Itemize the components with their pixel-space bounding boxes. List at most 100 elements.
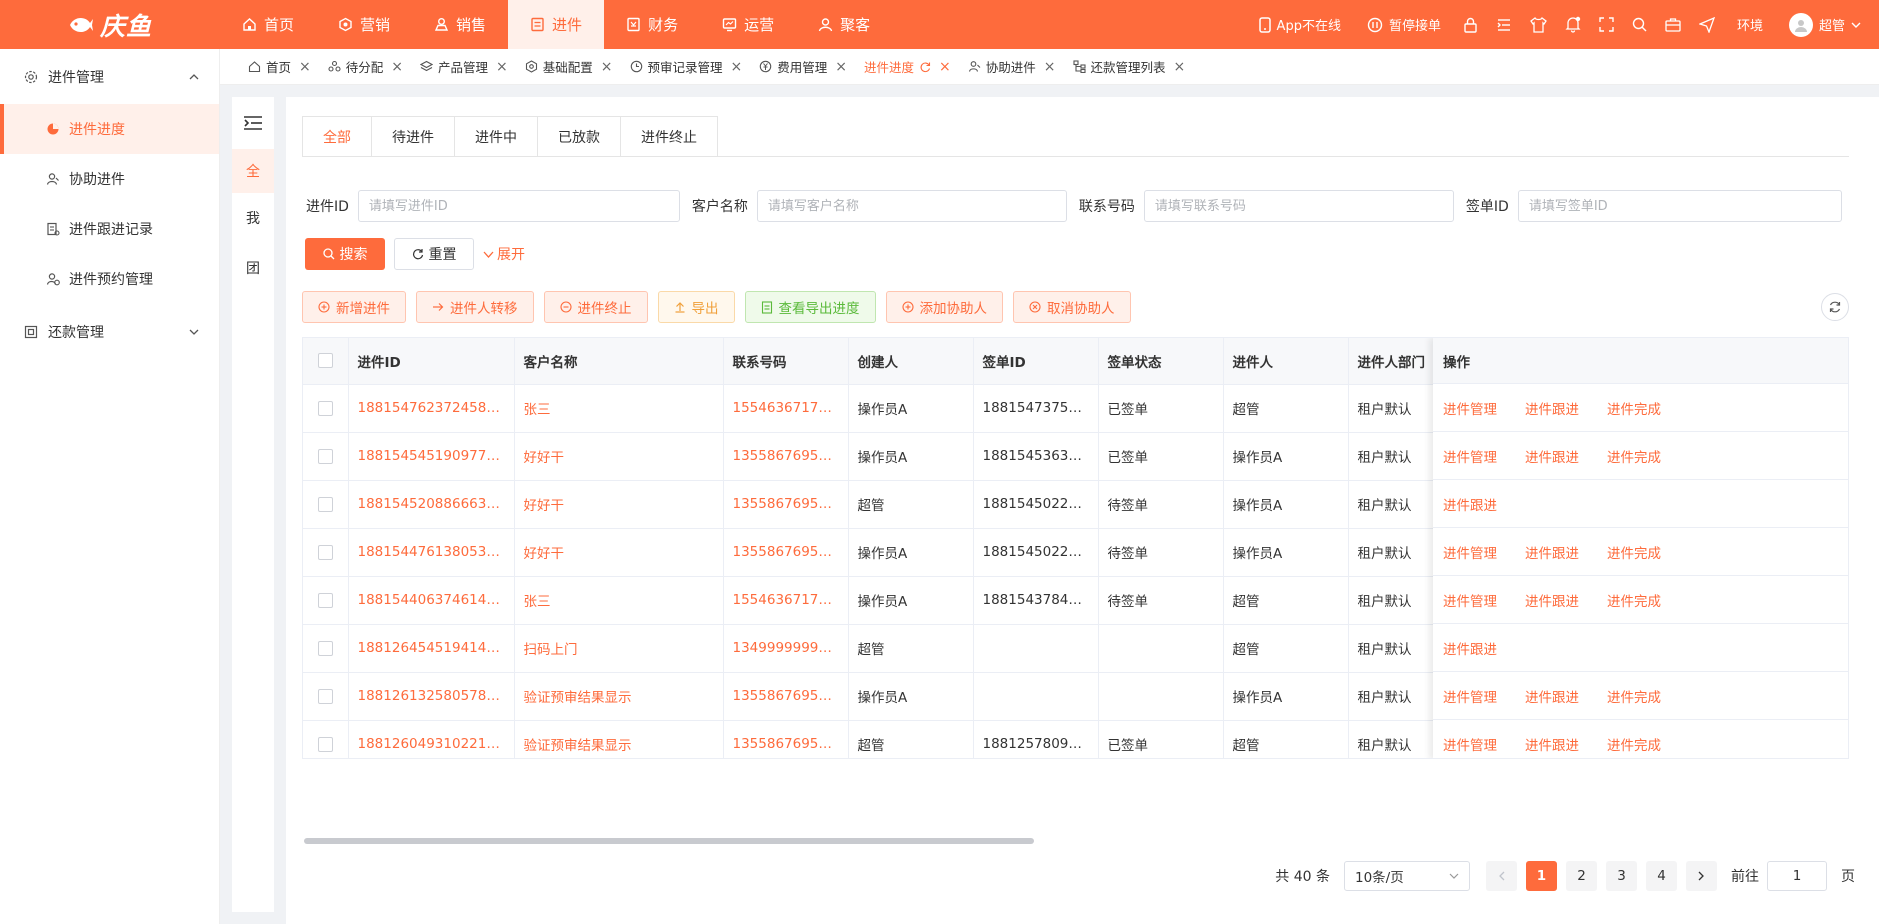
status-tab-0[interactable]: 全部: [303, 117, 372, 156]
sidebar-item-3[interactable]: 进件预约管理: [0, 254, 219, 304]
customer-name-input[interactable]: [756, 190, 1067, 222]
pause-orders-button[interactable]: 暂停接单: [1354, 15, 1454, 34]
entry-id-cell[interactable]: 1881545451909775361: [348, 432, 515, 481]
complete-entry-link[interactable]: 进件完成: [1607, 590, 1689, 610]
select-all-cell[interactable]: [303, 338, 349, 385]
row-checkbox[interactable]: [317, 736, 333, 752]
environment-label[interactable]: 环境: [1724, 15, 1776, 34]
table-refresh-button[interactable]: [1821, 293, 1849, 321]
search-button[interactable]: 搜索: [305, 238, 385, 270]
remove-helper-button[interactable]: 取消协助人: [1013, 291, 1131, 323]
page-button-1[interactable]: 1: [1526, 861, 1557, 891]
export-button[interactable]: 导出: [657, 291, 735, 323]
select-cell[interactable]: [303, 672, 349, 721]
status-tab-3[interactable]: 已放款: [538, 117, 621, 156]
user-menu[interactable]: 超管: [1776, 12, 1861, 37]
export-progress-button[interactable]: 查看导出进度: [744, 291, 876, 323]
sidebar-item-0[interactable]: 进件进度: [0, 104, 219, 154]
add-helper-button[interactable]: 添加协助人: [885, 291, 1003, 323]
row-checkbox[interactable]: [317, 448, 333, 464]
tab-5[interactable]: 费用管理 ×: [759, 57, 847, 76]
entry-id-cell[interactable]: 1881264545194147841: [348, 624, 515, 673]
customer-name-cell[interactable]: 验证预审结果显示: [514, 720, 724, 758]
status-tab-1[interactable]: 待进件: [372, 117, 455, 156]
horizontal-scrollbar[interactable]: [304, 838, 1034, 844]
lock-icon[interactable]: [1454, 17, 1487, 33]
scope-item-1[interactable]: 我: [232, 193, 274, 243]
page-size-select[interactable]: 10条/页: [1344, 861, 1470, 891]
indent-icon[interactable]: [1487, 17, 1521, 33]
send-icon[interactable]: [1690, 16, 1724, 33]
select-cell[interactable]: [303, 384, 349, 433]
customer-name-cell[interactable]: 张三: [514, 384, 724, 433]
search-icon[interactable]: [1623, 17, 1656, 32]
tab-1[interactable]: 待分配 ×: [328, 57, 403, 76]
manage-entry-link[interactable]: 进件管理: [1443, 398, 1525, 418]
nav-item-4[interactable]: 财务: [604, 0, 700, 49]
transfer-button[interactable]: 进件人转移: [416, 291, 534, 323]
close-tab-icon[interactable]: ×: [496, 59, 508, 75]
complete-entry-link[interactable]: 进件完成: [1607, 734, 1689, 754]
phone-cell[interactable]: 15546367171: [723, 576, 849, 625]
phone-input[interactable]: [1143, 190, 1454, 222]
manage-entry-link[interactable]: 进件管理: [1443, 734, 1525, 754]
customer-name-cell[interactable]: 好好干: [514, 528, 724, 577]
row-checkbox[interactable]: [317, 592, 333, 608]
tab-6[interactable]: 进件进度 ×: [864, 57, 951, 76]
follow-entry-link[interactable]: 进件跟进: [1525, 398, 1607, 418]
close-tab-icon[interactable]: ×: [939, 59, 951, 75]
select-cell[interactable]: [303, 624, 349, 673]
tab-4[interactable]: 预审记录管理 ×: [630, 57, 742, 76]
customer-name-cell[interactable]: 验证预审结果显示: [514, 672, 724, 721]
entry-id-cell[interactable]: 1881547623724580866: [348, 384, 515, 433]
entry-id-cell[interactable]: 1881260493102219266: [348, 720, 515, 758]
brand-logo[interactable]: 庆鱼: [0, 0, 220, 49]
phone-cell[interactable]: 13558676952: [723, 480, 849, 529]
sidebar-item-1[interactable]: 协助进件: [0, 154, 219, 204]
select-all-checkbox[interactable]: [317, 353, 333, 369]
select-cell[interactable]: [303, 480, 349, 529]
manage-entry-link[interactable]: 进件管理: [1443, 590, 1525, 610]
page-button-2[interactable]: 2: [1566, 861, 1597, 891]
shirt-icon[interactable]: [1521, 16, 1556, 33]
complete-entry-link[interactable]: 进件完成: [1607, 686, 1689, 706]
close-tab-icon[interactable]: ×: [1044, 59, 1056, 75]
bell-icon[interactable]: [1556, 16, 1590, 33]
manage-entry-link[interactable]: 进件管理: [1443, 446, 1525, 466]
entry-id-cell[interactable]: 1881261325805780993: [348, 672, 515, 721]
close-tab-icon[interactable]: ×: [835, 59, 847, 75]
customer-name-cell[interactable]: 扫码上门: [514, 624, 724, 673]
follow-entry-link[interactable]: 进件跟进: [1525, 686, 1607, 706]
customer-name-cell[interactable]: 好好干: [514, 480, 724, 529]
row-checkbox[interactable]: [317, 544, 333, 560]
fullscreen-icon[interactable]: [1590, 17, 1623, 32]
row-checkbox[interactable]: [317, 400, 333, 416]
close-tab-icon[interactable]: ×: [601, 59, 613, 75]
complete-entry-link[interactable]: 进件完成: [1607, 398, 1689, 418]
prev-page-button[interactable]: [1486, 861, 1517, 891]
select-cell[interactable]: [303, 576, 349, 625]
manage-entry-link[interactable]: 进件管理: [1443, 686, 1525, 706]
tab-7[interactable]: 协助进件 ×: [968, 57, 1056, 76]
row-checkbox[interactable]: [317, 496, 333, 512]
next-page-button[interactable]: [1686, 861, 1717, 891]
follow-entry-link[interactable]: 进件跟进: [1443, 494, 1525, 514]
scope-item-0[interactable]: 全: [232, 149, 274, 193]
entry-id-cell[interactable]: 1881544063746146305: [348, 576, 515, 625]
follow-entry-link[interactable]: 进件跟进: [1525, 446, 1607, 466]
page-button-3[interactable]: 3: [1606, 861, 1637, 891]
add-entry-button[interactable]: 新增进件: [302, 291, 406, 323]
select-cell[interactable]: [303, 720, 349, 758]
status-tab-2[interactable]: 进件中: [455, 117, 538, 156]
row-checkbox[interactable]: [317, 688, 333, 704]
nav-item-1[interactable]: 营销: [316, 0, 412, 49]
goto-page-input[interactable]: 1: [1767, 861, 1827, 891]
phone-cell[interactable]: 13558676952: [723, 432, 849, 481]
entry-id-input[interactable]: [357, 190, 680, 222]
row-checkbox[interactable]: [317, 640, 333, 656]
tab-3[interactable]: 基础配置 ×: [525, 57, 613, 76]
entry-id-cell[interactable]: 1881544761380536322: [348, 528, 515, 577]
nav-item-5[interactable]: 运营: [700, 0, 796, 49]
reset-button[interactable]: 重置: [394, 238, 474, 270]
follow-entry-link[interactable]: 进件跟进: [1525, 590, 1607, 610]
